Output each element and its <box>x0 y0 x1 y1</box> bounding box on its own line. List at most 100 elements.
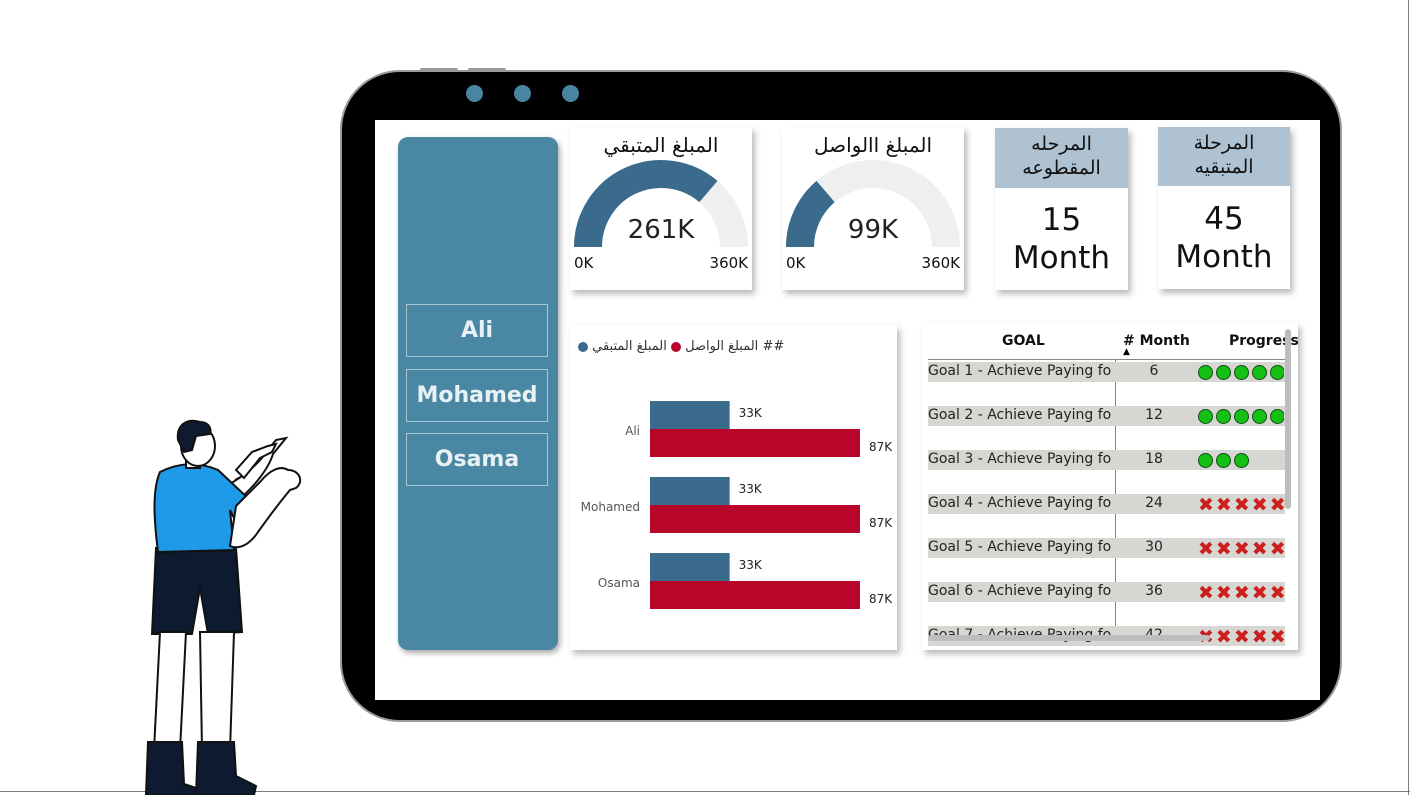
bar[interactable] <box>650 581 860 609</box>
bar-chart-plot: Ali 33K 87K Mohamed 33K 87K Osama 33K 87K <box>581 401 893 609</box>
category-label: Mohamed <box>581 500 640 514</box>
month-cell: 30 <box>1145 539 1163 555</box>
gauge-value: 99K <box>847 215 899 245</box>
bar[interactable] <box>650 429 860 457</box>
progress-cell: ✖✖✖✖✖ <box>1198 538 1284 559</box>
month-cell: 18 <box>1145 451 1163 467</box>
kpi-title-line: المرحله <box>1031 133 1092 155</box>
person-slicer: Ali Mohamed Osama <box>398 137 558 650</box>
check-circle-icon <box>1198 453 1213 468</box>
cross-icon: ✖ <box>1251 538 1268 559</box>
cross-icon: ✖ <box>1215 494 1232 515</box>
progress-cell <box>1198 450 1284 470</box>
kpi-title-line: المرحلة <box>1193 132 1255 154</box>
check-circle-icon <box>1252 365 1267 380</box>
gauge-max-label: 360K <box>709 254 748 272</box>
cross-icon: ✖ <box>1251 582 1268 603</box>
gauge-max-label: 360K <box>921 254 960 272</box>
kpi-unit: Month <box>1012 240 1111 276</box>
progress-cell: ✖✖✖✖✖ <box>1198 626 1284 647</box>
cross-icon: ✖ <box>1251 494 1268 515</box>
category-label: Osama <box>598 576 640 590</box>
bar[interactable] <box>650 401 730 429</box>
goal-cell: Goal 1 - Achieve Paying for <box>928 363 1112 379</box>
cross-icon: ✖ <box>1269 494 1284 515</box>
check-circle-icon <box>1198 409 1213 424</box>
cross-icon: ✖ <box>1198 582 1214 603</box>
cross-icon: ✖ <box>1251 626 1268 647</box>
kpi-number: 15 <box>1041 202 1082 238</box>
bar[interactable] <box>650 553 730 581</box>
cross-icon: ✖ <box>1198 538 1214 559</box>
progress-cell <box>1198 406 1284 426</box>
slicer-item-mohamed[interactable]: Mohamed <box>406 369 548 422</box>
cross-icon: ✖ <box>1233 494 1250 515</box>
bar[interactable] <box>650 477 730 505</box>
cross-icon: ✖ <box>1233 538 1250 559</box>
goal-cell: Goal 6 - Achieve Paying for <box>928 583 1112 599</box>
check-circle-icon <box>1234 409 1249 424</box>
bar[interactable] <box>650 505 860 533</box>
goal-cell: Goal 5 - Achieve Paying for <box>928 539 1112 555</box>
check-circle-icon <box>1216 365 1231 380</box>
person-pointing-illustration <box>144 419 302 795</box>
camera-dot-icon <box>466 85 483 102</box>
check-circle-icon <box>1270 365 1284 380</box>
kpi-card-completed: المرحله المقطوعه 15 Month <box>995 128 1128 290</box>
month-cell: 6 <box>1149 363 1159 379</box>
cross-icon: ✖ <box>1198 494 1214 515</box>
data-label: 87K <box>869 516 893 530</box>
month-cell: 12 <box>1145 407 1163 423</box>
category-label: Ali <box>625 424 640 438</box>
cross-icon: ✖ <box>1215 538 1232 559</box>
cross-icon: ✖ <box>1269 626 1284 647</box>
cross-icon: ✖ <box>1233 582 1250 603</box>
goal-cell: Goal 2 - Achieve Paying for <box>928 407 1112 423</box>
kpi-title-line: المتبقيه <box>1194 156 1254 178</box>
kpi-title: المرحلة المتبقيه <box>1158 127 1290 186</box>
check-circle-icon <box>1216 453 1231 468</box>
data-label: 33K <box>739 558 763 572</box>
check-circle-icon <box>1234 453 1249 468</box>
month-cell: 24 <box>1145 495 1163 511</box>
cross-icon: ✖ <box>1269 538 1284 559</box>
vertical-scrollbar[interactable] <box>1285 329 1291 509</box>
month-cell: 36 <box>1145 583 1163 599</box>
gauge-min-label: 0K <box>786 254 806 272</box>
check-circle-icon <box>1270 409 1284 424</box>
kpi-number: 45 <box>1204 201 1244 237</box>
cross-icon: ✖ <box>1215 626 1232 647</box>
data-label: 87K <box>869 440 893 454</box>
horizontal-scrollbar[interactable] <box>928 635 1210 641</box>
goal-table-card: GOAL # Month ▲ Progress Goal 1 - Achieve… <box>922 323 1298 650</box>
gauge-min-label: 0K <box>574 254 594 272</box>
check-circle-icon <box>1198 365 1213 380</box>
gauge-card-remaining: المبلغ المتبقي 261K 0K 360K <box>570 127 752 290</box>
data-label: 87K <box>869 592 893 606</box>
kpi-card-remaining: المرحلة المتبقيه 45 Month <box>1158 127 1290 289</box>
cross-icon: ✖ <box>1215 582 1232 603</box>
bar-chart-card: المبلغ الواصل المبلغ المتبقي ## Ali 33K 87… <box>570 325 897 650</box>
check-circle-icon <box>1252 409 1267 424</box>
kpi-title: المرحله المقطوعه <box>995 128 1128 188</box>
data-label: 33K <box>739 406 763 420</box>
check-circle-icon <box>1216 409 1231 424</box>
column-header-month[interactable]: # Month <box>1123 333 1190 349</box>
gauge-value: 261K <box>627 215 695 245</box>
progress-cell <box>1198 362 1284 382</box>
camera-dot-icon <box>514 85 531 102</box>
header-divider <box>928 359 1285 360</box>
progress-cell: ✖✖✖✖✖ <box>1198 494 1284 515</box>
sort-desc-icon: ▲ <box>1123 347 1130 357</box>
goal-cell: Goal 3 - Achieve Paying for <box>928 451 1112 467</box>
slicer-item-ali[interactable]: Ali <box>406 304 548 357</box>
kpi-title-line: المقطوعه <box>1022 157 1101 179</box>
column-header-goal[interactable]: GOAL <box>1002 333 1045 349</box>
slicer-item-osama[interactable]: Osama <box>406 433 548 486</box>
page-border-right <box>1408 0 1409 795</box>
gauge-card-paid: المبلغ االواصل 99K 0K 360K <box>782 127 964 290</box>
progress-cell: ✖✖✖✖✖ <box>1198 582 1284 603</box>
data-label: 33K <box>739 482 763 496</box>
cross-icon: ✖ <box>1233 626 1250 647</box>
check-circle-icon <box>1234 365 1249 380</box>
